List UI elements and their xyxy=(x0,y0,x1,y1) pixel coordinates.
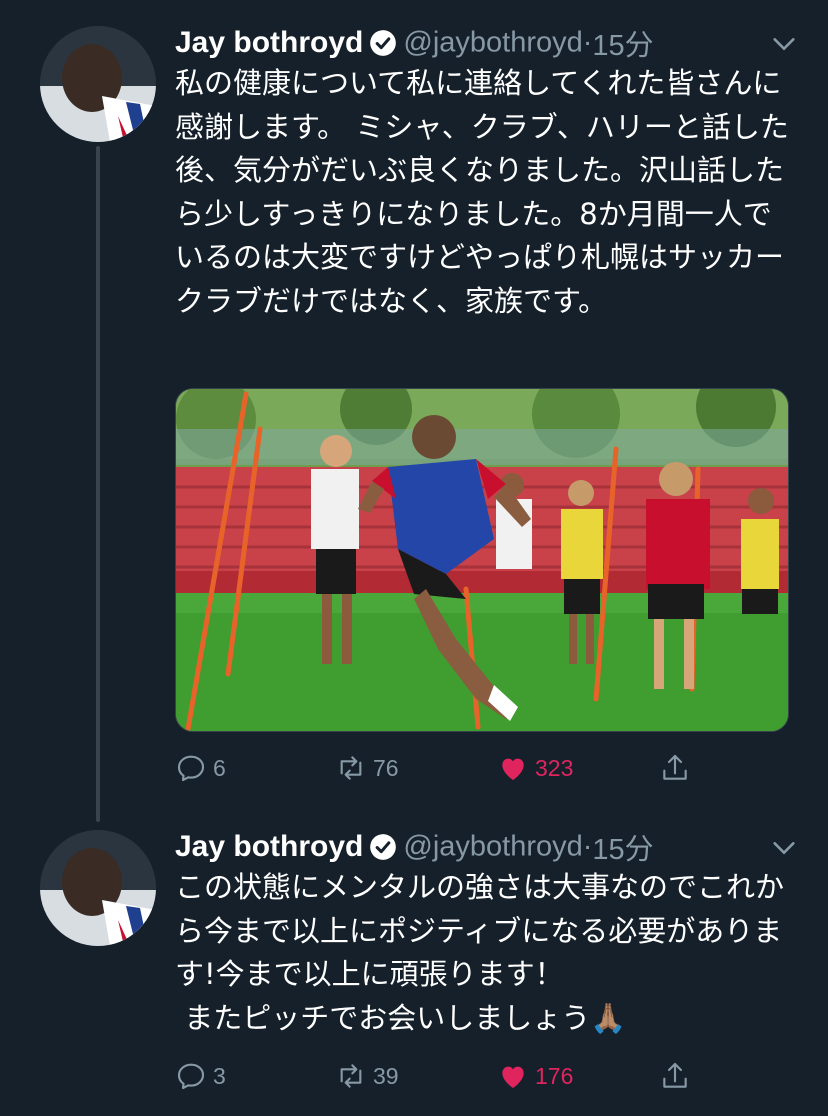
verified-badge-icon xyxy=(369,29,397,57)
tweet-timestamp[interactable]: 15分 xyxy=(592,834,653,866)
tweet-1[interactable]: Jay bothroyd @jaybothroyd·15分 私の健康について私に連… xyxy=(0,0,828,820)
tweet-header: Jay bothroyd @jaybothroyd·15分 xyxy=(175,22,795,62)
share-button[interactable] xyxy=(659,1056,691,1096)
like-button[interactable]: 176 xyxy=(497,1056,573,1096)
reply-icon xyxy=(177,755,205,782)
chevron-down-icon[interactable] xyxy=(770,834,798,862)
tweet-actions: 6 76 323 xyxy=(175,748,705,788)
retweet-icon xyxy=(340,1064,362,1088)
tweet-header: Jay bothroyd @jaybothroyd·15分 xyxy=(175,826,795,866)
retweet-icon xyxy=(340,756,362,780)
author-avatar[interactable] xyxy=(40,26,156,142)
author-avatar[interactable] xyxy=(40,830,156,946)
share-icon xyxy=(663,1062,687,1088)
reply-icon xyxy=(177,1063,205,1090)
heart-icon xyxy=(502,1066,524,1088)
author-name[interactable]: Jay bothroyd xyxy=(175,26,363,59)
author-handle[interactable]: @jaybothroyd xyxy=(403,27,582,59)
retweet-count: 39 xyxy=(373,1062,399,1089)
chevron-down-icon[interactable] xyxy=(770,30,798,58)
author-name[interactable]: Jay bothroyd xyxy=(175,830,363,863)
reply-count: 6 xyxy=(213,754,226,781)
retweet-button[interactable]: 76 xyxy=(335,748,399,788)
tweet-photo[interactable] xyxy=(175,388,789,732)
like-count: 176 xyxy=(535,1062,574,1089)
retweet-button[interactable]: 39 xyxy=(335,1056,399,1096)
like-button[interactable]: 323 xyxy=(497,748,573,788)
share-button[interactable] xyxy=(659,748,691,788)
timestamp-separator: · xyxy=(582,26,593,59)
reply-count: 3 xyxy=(213,1062,226,1089)
tweet-2[interactable]: Jay bothroyd @jaybothroyd·15分 この状態にメンタルの強… xyxy=(0,820,828,1116)
tweet-text: 私の健康について私に連絡してくれた皆さんに感謝します。 ミシャ、クラブ、ハリーと… xyxy=(175,66,789,318)
reply-button[interactable]: 3 xyxy=(175,1056,226,1096)
tweet-timestamp[interactable]: 15分 xyxy=(592,30,653,62)
retweet-count: 76 xyxy=(373,754,399,781)
author-handle[interactable]: @jaybothroyd xyxy=(403,831,582,863)
like-count: 323 xyxy=(535,754,574,781)
timestamp-separator: · xyxy=(582,830,593,863)
share-icon xyxy=(663,754,687,780)
verified-badge-icon xyxy=(369,833,397,861)
reply-button[interactable]: 6 xyxy=(175,748,226,788)
tweet-text: この状態にメンタルの強さは大事なのでこれから今まで以上にポジティブになる必要があ… xyxy=(175,870,785,1035)
tweet-actions: 3 39 176 xyxy=(175,1056,705,1096)
heart-icon xyxy=(502,758,524,780)
